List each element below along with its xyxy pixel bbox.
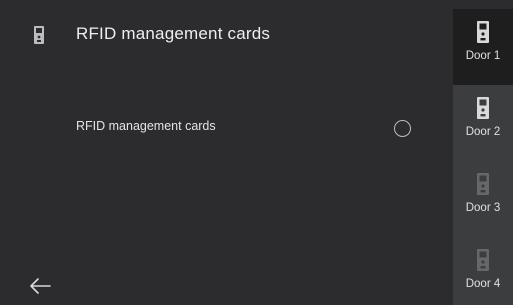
back-arrow-icon[interactable] [28,276,52,296]
door-label: Door 3 [465,202,501,214]
door-panel: Door 1 Door 2 Door 3 Door 4 [453,9,513,305]
rfid-management-cards-radio[interactable] [394,120,411,137]
door-station-icon [477,249,489,271]
door-label: Door 1 [465,50,501,62]
door-station-icon [477,97,489,119]
tab-door-3[interactable]: Door 3 [453,161,513,237]
setting-label: RFID management cards [76,119,216,133]
tab-door-1[interactable]: Door 1 [453,9,513,85]
screen: RFID management cards RFID management ca… [0,0,513,305]
door-station-icon [34,26,44,44]
page-title: RFID management cards [76,24,271,43]
door-label: Door 2 [465,126,501,138]
door-station-icon [477,173,489,195]
door-station-icon [477,21,489,43]
tab-door-2[interactable]: Door 2 [453,85,513,161]
rfid-management-cards-row[interactable]: RFID management cards [60,108,430,148]
door-label: Door 4 [465,278,501,290]
tab-door-4[interactable]: Door 4 [453,237,513,305]
